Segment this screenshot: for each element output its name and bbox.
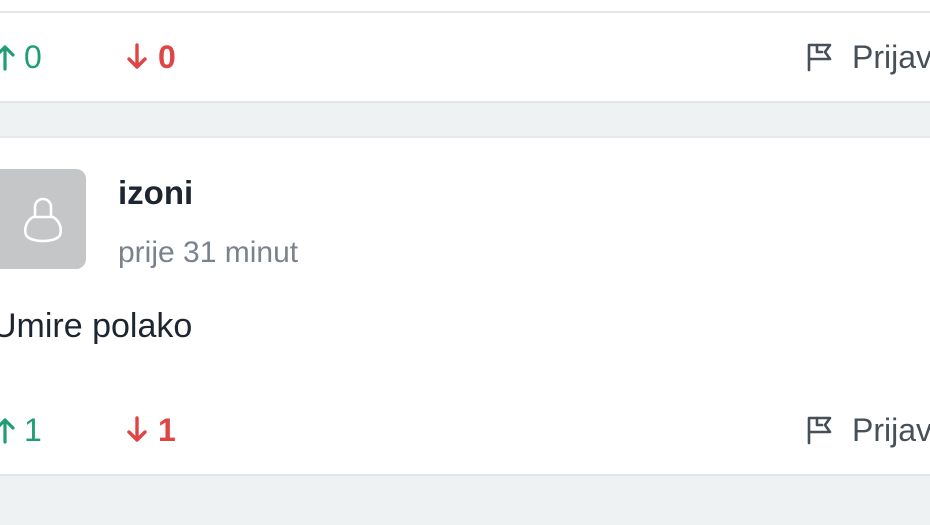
arrow-down-icon bbox=[127, 43, 147, 69]
comment-card: izoni prije 31 minut Umire polako bbox=[0, 136, 930, 388]
arrow-down-icon bbox=[127, 416, 147, 442]
previous-comment-body bbox=[0, 0, 930, 13]
vote-row: 0 0 Prijavi bbox=[0, 13, 930, 101]
comment-timestamp: prije 31 minut bbox=[118, 236, 299, 269]
vote-row: 1 1 Prijavi bbox=[0, 386, 930, 474]
arrow-up-icon bbox=[0, 418, 15, 444]
comment-author[interactable]: izoni bbox=[118, 174, 193, 212]
user-placeholder-icon bbox=[23, 197, 63, 243]
avatar bbox=[0, 169, 86, 269]
upvote-button[interactable]: 0 bbox=[0, 35, 42, 79]
downvote-button[interactable]: 1 bbox=[126, 408, 176, 452]
upvote-button[interactable]: 1 bbox=[0, 408, 42, 452]
report-label: Prijavi bbox=[852, 411, 930, 448]
arrow-up-icon bbox=[0, 45, 15, 71]
comment-actions-bar: 0 0 Prijavi bbox=[0, 13, 930, 103]
report-button[interactable]: Prijavi bbox=[806, 35, 930, 79]
flag-icon bbox=[807, 43, 832, 72]
upvote-count: 1 bbox=[24, 411, 42, 448]
upvote-count: 0 bbox=[24, 38, 42, 75]
report-button[interactable]: Prijavi bbox=[806, 408, 930, 452]
report-label: Prijavi bbox=[852, 38, 930, 75]
downvote-button[interactable]: 0 bbox=[126, 35, 176, 79]
downvote-count: 0 bbox=[158, 38, 176, 75]
flag-icon bbox=[807, 416, 832, 445]
comment-actions-bar: 1 1 Prijavi bbox=[0, 386, 930, 476]
comment-text: Umire polako bbox=[0, 307, 193, 345]
downvote-count: 1 bbox=[158, 411, 176, 448]
